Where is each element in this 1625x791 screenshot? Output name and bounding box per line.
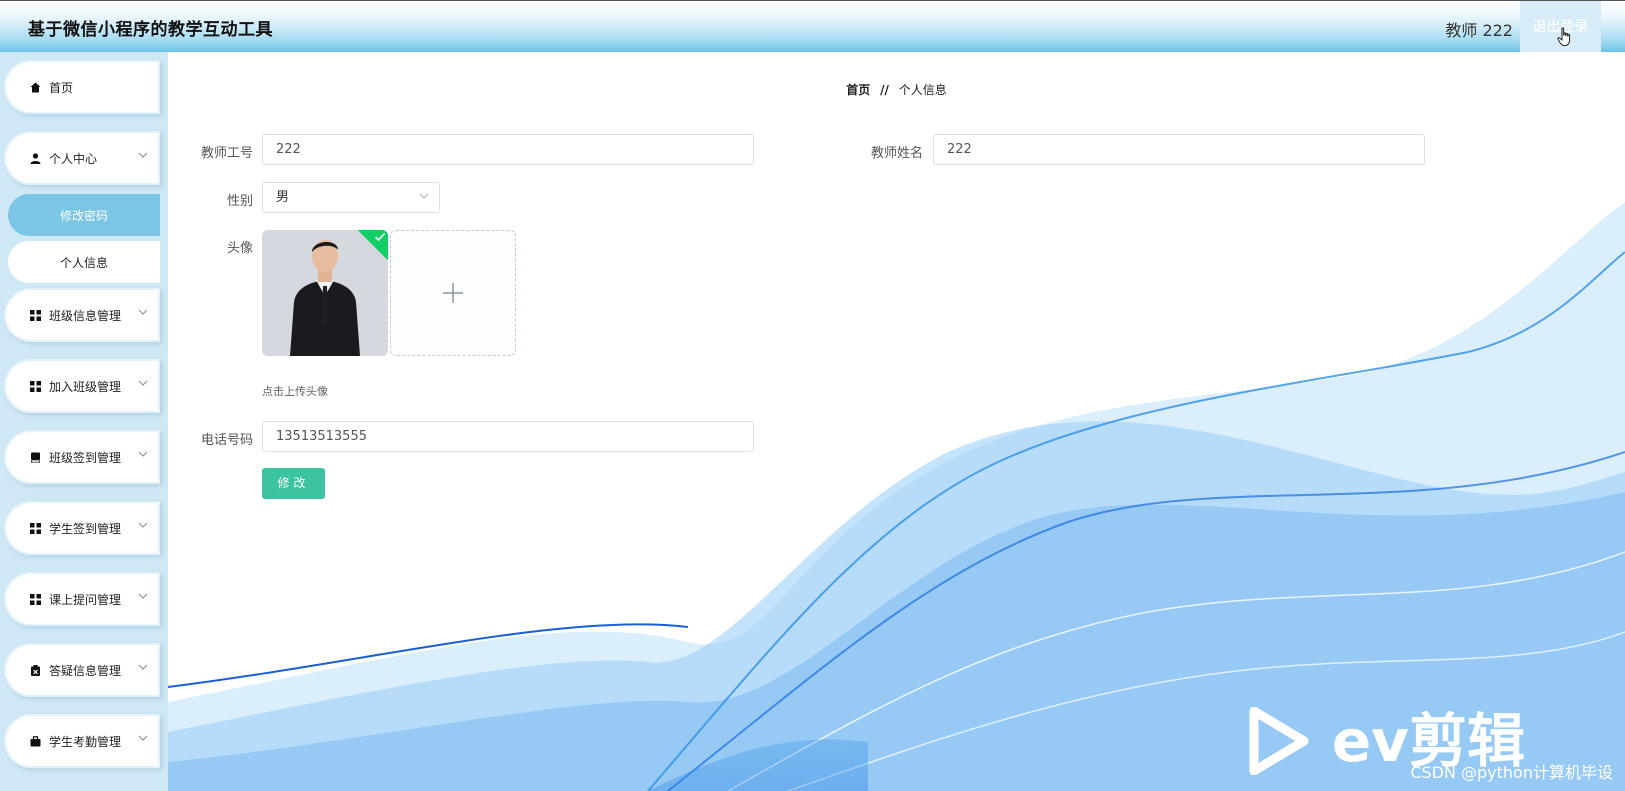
sidebar-item-label: 答疑信息管理 — [49, 663, 122, 678]
main-content: 首页 // 个人信息 教师工号 222 教师姓名 222 性别 男 头像 点击上… — [168, 52, 1625, 791]
grid-icon — [28, 308, 42, 322]
clipboard-icon — [28, 663, 42, 677]
chevron-down-icon — [138, 309, 148, 315]
sidebar-item-label: 班级签到管理 — [49, 450, 122, 465]
grid-icon — [28, 592, 42, 606]
top-header: 基于微信小程序的教学互动工具 教师 222 退出登录 — [0, 0, 1625, 53]
sidebar-item-home[interactable]: 首页 — [4, 60, 160, 114]
person-photo-illustration — [262, 230, 388, 356]
avatar-label: 头像 — [226, 241, 253, 256]
breadcrumb-separator: // — [880, 83, 889, 97]
grid-icon — [28, 379, 42, 393]
breadcrumb-current: 个人信息 — [898, 83, 947, 97]
breadcrumb: 首页 // 个人信息 — [168, 81, 1625, 98]
chevron-down-icon — [138, 451, 148, 457]
csdn-watermark: CSDN @python计算机毕设 — [1410, 763, 1613, 782]
current-user-label: 教师 222 — [1445, 21, 1513, 40]
sidebar-item-label: 班级信息管理 — [49, 308, 122, 323]
sidebar-subitem-personal-info[interactable]: 个人信息 — [8, 241, 160, 283]
sidebar-item-label: 学生签到管理 — [49, 521, 122, 536]
teacher-id-input[interactable]: 222 — [262, 134, 754, 165]
chevron-down-icon — [419, 193, 429, 199]
sidebar-item-label: 课上提问管理 — [49, 592, 122, 607]
sidebar-item-label: 加入班级管理 — [49, 379, 122, 394]
gender-selected-value: 男 — [276, 190, 290, 205]
hand-cursor-icon — [1557, 27, 1571, 46]
check-icon — [374, 232, 386, 242]
teacher-name-label: 教师姓名 — [870, 146, 923, 161]
plus-icon — [443, 283, 463, 303]
briefcase-icon — [28, 734, 42, 748]
chevron-down-icon — [138, 380, 148, 386]
teacher-id-label: 教师工号 — [200, 146, 253, 161]
sidebar-item-class-checkin[interactable]: 班级签到管理 — [4, 430, 160, 484]
chevron-down-icon — [138, 664, 148, 670]
sidebar-item-personal-center[interactable]: 个人中心 — [4, 131, 160, 185]
sidebar-item-join-class[interactable]: 加入班级管理 — [4, 359, 160, 413]
phone-input[interactable]: 13513513555 — [262, 421, 754, 452]
book-icon — [28, 450, 42, 464]
app-title: 基于微信小程序的教学互动工具 — [28, 20, 273, 40]
sidebar-item-student-checkin[interactable]: 学生签到管理 — [4, 501, 160, 555]
chevron-up-icon — [138, 152, 148, 158]
chevron-down-icon — [138, 522, 148, 528]
sidebar-item-label: 学生考勤管理 — [49, 734, 122, 749]
gender-label: 性别 — [226, 194, 253, 209]
sidebar: 首页 个人中心 修改密码 个人信息 班级信息管理 加入班级管理 班级签到管理 学… — [0, 52, 168, 791]
sidebar-item-class-info[interactable]: 班级信息管理 — [4, 288, 160, 342]
sidebar-item-class-questions[interactable]: 课上提问管理 — [4, 572, 160, 626]
teacher-name-input[interactable]: 222 — [933, 134, 1425, 165]
play-logo-icon — [1249, 707, 1309, 775]
sidebar-item-label: 个人中心 — [49, 151, 98, 166]
sidebar-item-label: 首页 — [49, 80, 74, 95]
phone-label: 电话号码 — [200, 433, 253, 448]
grid-icon — [28, 521, 42, 535]
user-icon — [28, 151, 42, 165]
upload-hint: 点击上传头像 — [262, 385, 328, 398]
chevron-down-icon — [138, 735, 148, 741]
avatar-upload-button[interactable] — [390, 230, 516, 356]
sidebar-item-qa-info[interactable]: 答疑信息管理 — [4, 643, 160, 697]
sidebar-item-attendance[interactable]: 学生考勤管理 — [4, 714, 160, 768]
avatar-image[interactable] — [262, 230, 388, 356]
chevron-down-icon — [138, 593, 148, 599]
submit-button[interactable]: 修改 — [262, 468, 325, 499]
home-icon — [28, 80, 42, 94]
breadcrumb-home[interactable]: 首页 — [846, 83, 870, 97]
gender-select[interactable]: 男 — [262, 182, 440, 213]
sidebar-subitem-change-password[interactable]: 修改密码 — [8, 194, 160, 236]
